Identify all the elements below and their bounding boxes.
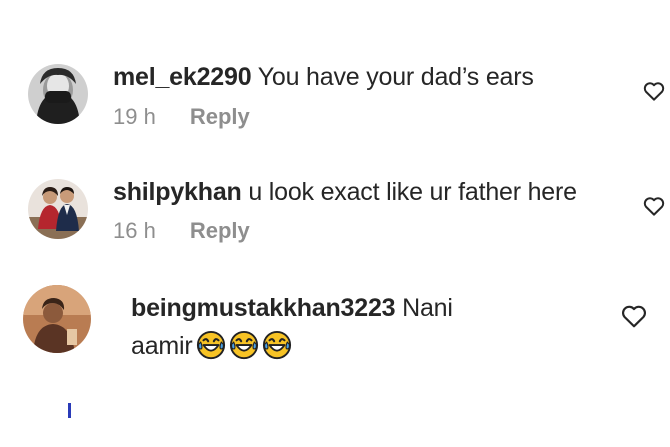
comments-screen: mel_ek2290 You have your dad’s ears 19 h… [0,0,670,447]
timestamp: 19 h [113,104,156,129]
comment-text: You have your dad’s ears [257,63,534,91]
text-cursor [68,403,71,418]
comment-meta: 16 h Reply [113,218,250,244]
heart-icon[interactable] [621,304,647,328]
laughing-tears-emoji-icon [262,331,291,360]
timestamp: 16 h [113,218,156,243]
comment-item: shilpykhan u look exact like ur father h… [0,150,670,270]
username[interactable]: mel_ek2290 [113,63,252,91]
reply-button[interactable]: Reply [190,218,250,243]
username[interactable]: shilpykhan [113,178,242,206]
comment-text-line: mel_ek2290 You have your dad’s ears [113,62,534,92]
laughing-tears-emoji-icon [196,331,225,360]
comment-text-continued: aamir [131,332,193,360]
heart-icon[interactable] [643,81,665,101]
comment-meta: 19 h Reply [113,104,250,130]
reply-button[interactable]: Reply [190,104,250,129]
comment-item: mel_ek2290 You have your dad’s ears 19 h… [0,0,670,150]
comment-item: beingmustakkhan3223 Nani aamir [0,270,670,447]
laughing-tears-emoji-icon [229,331,258,360]
heart-icon[interactable] [643,196,665,216]
avatar[interactable] [28,179,88,239]
username[interactable]: beingmustakkhan3223 [131,294,396,322]
comment-text: u look exact like ur father here [248,178,577,206]
comment-text-line: beingmustakkhan3223 Nani [131,293,453,323]
comment-text-line: shilpykhan u look exact like ur father h… [113,177,577,207]
avatar[interactable] [28,64,88,124]
comment-text-line-2: aamir [131,331,292,361]
avatar[interactable] [23,285,91,353]
comment-text: Nani [402,294,453,322]
